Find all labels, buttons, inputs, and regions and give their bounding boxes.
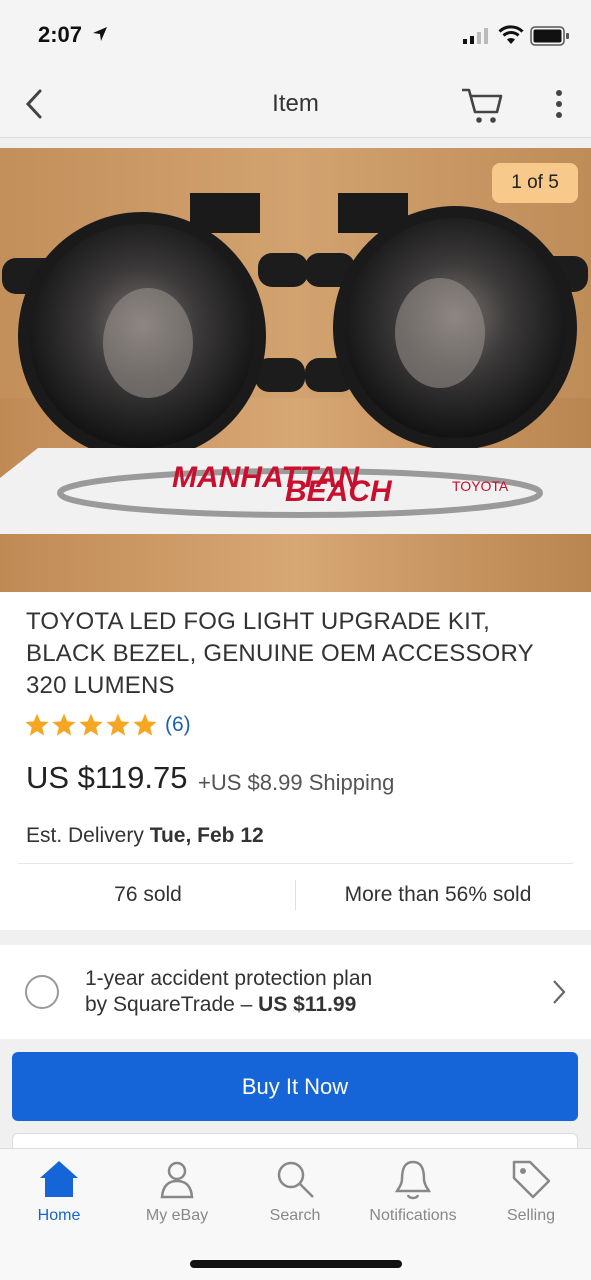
star-icon <box>52 713 76 736</box>
buy-it-now-button[interactable]: Buy It Now <box>12 1052 578 1121</box>
star-icon <box>25 713 49 736</box>
review-count[interactable]: (6) <box>165 713 191 737</box>
delivery-date: Tue, Feb 12 <box>149 824 264 847</box>
protection-plan-provider: by SquareTrade – US $11.99 <box>85 993 356 1017</box>
tab-search[interactable]: Search <box>236 1157 354 1225</box>
listing-info: TOYOTA LED FOG LIGHT UPGRADE KIT, BLACK … <box>0 592 591 930</box>
divider <box>18 863 573 864</box>
product-photo-graphic: MANHATTAN BEACH TOYOTA <box>0 148 591 592</box>
cart-icon[interactable] <box>460 86 504 126</box>
star-icon <box>106 713 130 736</box>
status-bar: 2:07 <box>0 0 591 70</box>
cellular-signal-icon <box>463 28 488 44</box>
image-counter: 1 of 5 <box>492 163 578 203</box>
top-nav-bar: Item <box>0 70 591 138</box>
tab-search-label: Search <box>269 1207 321 1224</box>
rating-stars[interactable]: (6) <box>24 712 191 738</box>
wifi-icon <box>498 25 524 44</box>
watermark-text-2: BEACH <box>285 475 393 508</box>
sold-count: 76 sold <box>114 883 182 906</box>
protection-plan-provider-text: by SquareTrade – <box>85 993 259 1016</box>
item-price: US $119.75 <box>26 760 188 795</box>
tab-home-label: Home <box>37 1207 81 1224</box>
chevron-right-icon <box>553 980 566 1004</box>
protection-plan-option[interactable]: 1-year accident protection plan by Squar… <box>0 945 591 1039</box>
listing-title: TOYOTA LED FOG LIGHT UPGRADE KIT, BLACK … <box>26 608 534 699</box>
location-arrow-icon <box>93 27 107 41</box>
star-icon <box>79 713 103 736</box>
battery-icon <box>530 26 569 46</box>
home-indicator <box>190 1260 402 1268</box>
watermark-brand: TOYOTA <box>452 478 509 494</box>
tab-my-ebay[interactable]: My eBay <box>118 1157 236 1225</box>
estimated-delivery: Est. Delivery Tue, Feb 12 <box>26 824 264 848</box>
search-icon <box>277 1161 314 1198</box>
sold-percentage: More than 56% sold <box>344 883 532 906</box>
tab-notifications[interactable]: Notifications <box>354 1157 472 1225</box>
delivery-label: Est. Delivery <box>26 824 144 847</box>
person-icon <box>160 1161 194 1199</box>
tab-home[interactable]: Home <box>0 1157 118 1225</box>
protection-plan-price: US $11.99 <box>258 993 357 1016</box>
tab-notifications-label: Notifications <box>369 1207 457 1224</box>
tab-selling-label: Selling <box>506 1207 556 1224</box>
shipping-cost: +US $8.99 Shipping <box>198 770 395 795</box>
status-time: 2:07 <box>38 22 83 47</box>
tab-my-ebay-label: My eBay <box>145 1207 209 1224</box>
tag-icon <box>512 1160 551 1199</box>
tab-selling[interactable]: Selling <box>472 1157 590 1225</box>
home-icon <box>40 1161 78 1197</box>
more-options-icon[interactable] <box>548 88 570 120</box>
protection-plan-title: 1-year accident protection plan <box>85 967 373 990</box>
star-icon <box>133 713 157 736</box>
protection-plan-radio[interactable] <box>25 975 59 1009</box>
bell-icon <box>394 1160 432 1200</box>
product-image[interactable]: MANHATTAN BEACH TOYOTA <box>0 148 591 592</box>
